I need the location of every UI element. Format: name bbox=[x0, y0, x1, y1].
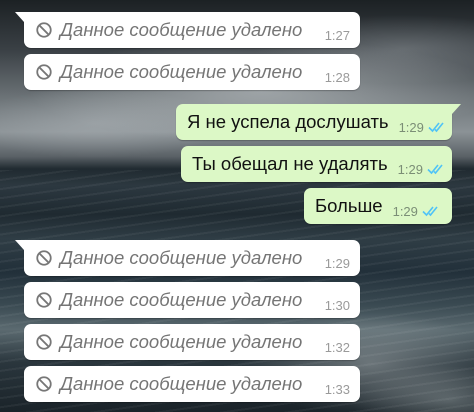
deleted-message-bubble[interactable]: Данное сообщение удалено 1:33 bbox=[24, 366, 360, 402]
message-time: 1:29 bbox=[324, 256, 350, 271]
message-time: 1:29 bbox=[392, 203, 418, 219]
deleted-message-bubble[interactable]: Данное сообщение удалено 1:30 bbox=[24, 282, 360, 318]
deleted-message-bubble[interactable]: Данное сообщение удалено 1:32 bbox=[24, 324, 360, 360]
message-time: 1:29 bbox=[397, 161, 423, 177]
message-time: 1:28 bbox=[324, 70, 350, 85]
message-time: 1:29 bbox=[398, 119, 424, 135]
message-meta: 1:29 bbox=[399, 120, 448, 135]
message-time: 1:30 bbox=[324, 298, 350, 313]
message-text: Ты обещал не удалять bbox=[192, 153, 388, 174]
deleted-message-text: Данное сообщение удалено bbox=[60, 289, 303, 310]
message-meta: 1:29 bbox=[398, 162, 447, 177]
deleted-message-text: Данное сообщение удалено bbox=[60, 19, 303, 40]
deleted-message-text: Данное сообщение удалено bbox=[60, 247, 303, 268]
ban-icon bbox=[36, 376, 52, 392]
message-meta: 1:29 bbox=[393, 204, 442, 219]
outgoing-message-bubble[interactable]: Ты обещал не удалять 1:29 bbox=[181, 146, 452, 182]
double-check-icon bbox=[422, 206, 438, 217]
ban-icon bbox=[36, 292, 52, 308]
deleted-message-bubble[interactable]: Данное сообщение удалено 1:29 bbox=[15, 240, 360, 276]
ban-icon bbox=[36, 334, 52, 350]
deleted-message-bubble[interactable]: Данное сообщение удалено 1:28 bbox=[24, 54, 360, 90]
message-text: Больше bbox=[315, 195, 383, 216]
deleted-message-text: Данное сообщение удалено bbox=[60, 61, 303, 82]
deleted-message-text: Данное сообщение удалено bbox=[60, 373, 303, 394]
ban-icon bbox=[36, 250, 52, 266]
ban-icon bbox=[36, 22, 52, 38]
outgoing-message-bubble[interactable]: Я не успела дослушать 1:29 bbox=[176, 104, 461, 140]
message-text: Я не успела дослушать bbox=[187, 111, 389, 132]
message-time: 1:33 bbox=[324, 382, 350, 397]
deleted-message-text: Данное сообщение удалено bbox=[60, 331, 303, 352]
double-check-icon bbox=[428, 122, 444, 133]
ban-icon bbox=[36, 64, 52, 80]
double-check-icon bbox=[427, 164, 443, 175]
deleted-message-bubble[interactable]: Данное сообщение удалено 1:27 bbox=[15, 12, 360, 48]
outgoing-message-bubble[interactable]: Больше 1:29 bbox=[304, 188, 452, 224]
message-time: 1:32 bbox=[324, 340, 350, 355]
message-time: 1:27 bbox=[324, 28, 350, 43]
